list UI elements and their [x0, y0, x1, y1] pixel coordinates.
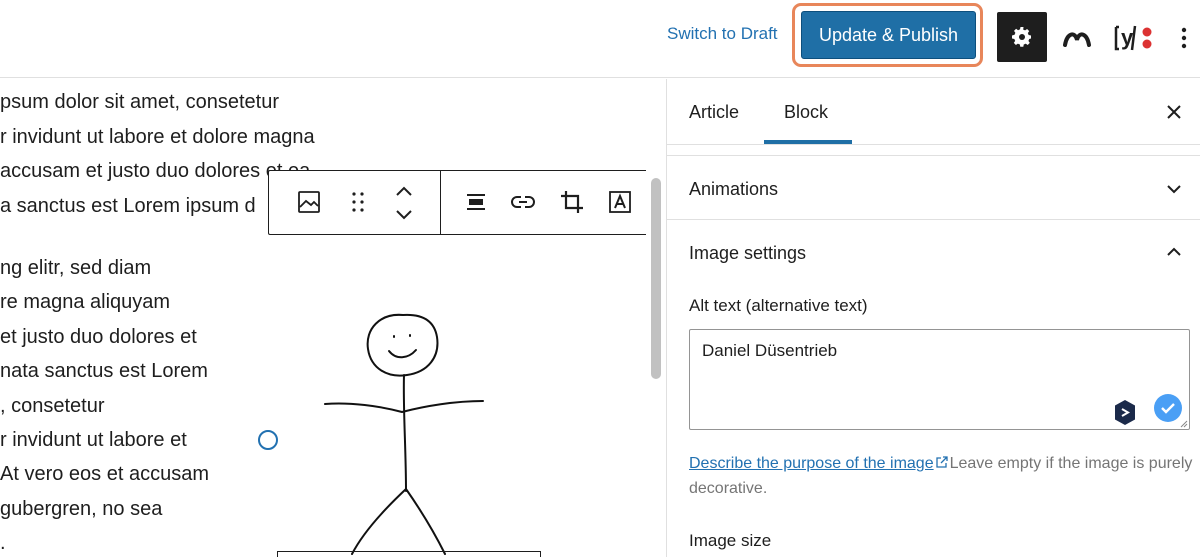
- paragraph-line: r invidunt ut labore et dolore magna: [0, 126, 315, 148]
- paragraph-line: a sanctus est Lorem ipsum d: [0, 195, 256, 217]
- drag-handle-button[interactable]: [342, 186, 374, 218]
- deepl-icon[interactable]: [1113, 399, 1137, 426]
- close-icon: [1167, 105, 1181, 119]
- panel-separator: [667, 219, 1200, 220]
- editor-header: Switch to Draft Update & Publish y: [0, 0, 1200, 78]
- link-button[interactable]: [507, 186, 539, 218]
- alt-text-value: Daniel Düsentrieb: [702, 341, 838, 360]
- text-over-image-icon: [609, 191, 631, 213]
- image-settings-panel-toggle[interactable]: Image settings: [689, 243, 806, 264]
- image-block-frame: [277, 551, 541, 557]
- active-tab-indicator: [764, 140, 852, 144]
- block-toolbar: [268, 170, 648, 235]
- external-link-icon: [935, 456, 948, 468]
- panel-separator: [667, 155, 1200, 156]
- align-button[interactable]: [460, 186, 492, 218]
- chevron-down-icon: [1167, 185, 1181, 194]
- paragraph-line: .: [0, 532, 6, 554]
- link-icon: [511, 196, 535, 208]
- textarea-resize-grip[interactable]: [1178, 418, 1188, 428]
- paragraph-line: re magna aliquyam: [0, 291, 171, 313]
- paragraph-line: accusam et justo duo dolores et ea: [0, 160, 311, 182]
- describe-purpose-link[interactable]: Describe the purpose of the image: [689, 455, 934, 472]
- paragraph-line: At vero eos et accusam: [0, 463, 209, 485]
- move-up-down-icon: [396, 186, 412, 220]
- image-icon: [298, 191, 320, 213]
- yoast-icon: y: [1114, 25, 1152, 51]
- yoast-button[interactable]: y: [1112, 20, 1156, 56]
- settings-sidebar: Article Block Animations Image settings …: [666, 79, 1200, 557]
- switch-to-draft-button[interactable]: Switch to Draft: [667, 24, 778, 44]
- image-size-label: Image size: [689, 531, 772, 550]
- image-settings-collapse-button[interactable]: [1161, 239, 1187, 265]
- animations-panel-toggle[interactable]: Animations: [689, 179, 778, 200]
- resize-handle[interactable]: [258, 430, 278, 450]
- crop-icon: [561, 191, 583, 213]
- drag-handle-icon: [352, 192, 364, 212]
- paragraph-line: r invidunt ut labore et: [0, 429, 187, 451]
- toolbar-divider: [440, 171, 441, 234]
- paragraph-line: nata sanctus est Lorem: [0, 360, 208, 382]
- stick-figure-image[interactable]: [310, 309, 510, 557]
- paragraph-line: psum dolor sit amet, consetetur: [0, 91, 280, 113]
- alt-text-label: Alt text (alternative text): [689, 296, 868, 315]
- paragraph-line: ng elitr, sed diam: [0, 257, 152, 279]
- image-block-button[interactable]: [293, 186, 325, 218]
- gear-icon: [1012, 27, 1031, 47]
- paragraph-line: , consetetur: [0, 395, 105, 417]
- animations-expand-button[interactable]: [1161, 176, 1187, 202]
- tab-article[interactable]: Article: [689, 79, 739, 145]
- editor-scrollbar-thumb[interactable]: [651, 178, 661, 379]
- text-over-image-button[interactable]: [604, 186, 636, 218]
- settings-button[interactable]: [997, 12, 1047, 62]
- paragraph-line: et justo duo dolores et: [0, 326, 197, 348]
- move-up-down-button[interactable]: [388, 181, 420, 225]
- close-sidebar-button[interactable]: [1161, 99, 1187, 125]
- wave-logo-icon: [1063, 32, 1091, 47]
- editor-canvas[interactable]: psum dolor sit amet, consetetur r invidu…: [0, 79, 646, 557]
- paragraph-line: gubergren, no sea: [0, 498, 163, 520]
- align-icon: [467, 194, 485, 210]
- wave-plugin-button[interactable]: [1059, 20, 1095, 56]
- vertical-ellipsis-icon: [1181, 27, 1187, 49]
- chevron-up-icon: [1167, 247, 1181, 256]
- crop-button[interactable]: [556, 186, 588, 218]
- tab-block[interactable]: Block: [784, 79, 828, 145]
- update-publish-button[interactable]: Update & Publish: [801, 11, 976, 59]
- options-menu-button[interactable]: [1172, 20, 1196, 56]
- sidebar-tabs: Article Block: [667, 79, 1200, 145]
- alt-text-help: Describe the purpose of the image Leave e…: [689, 451, 1194, 501]
